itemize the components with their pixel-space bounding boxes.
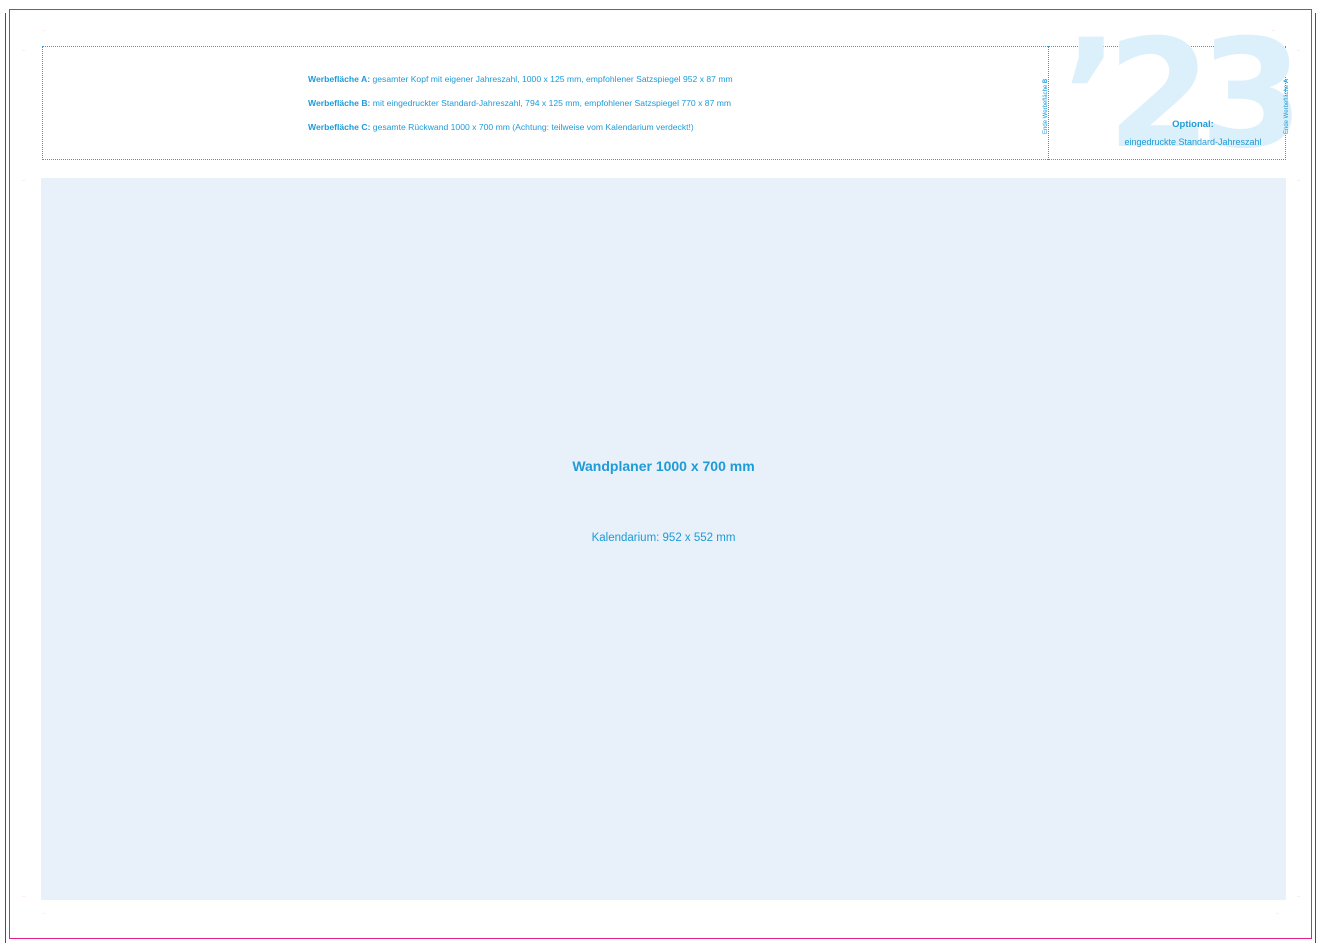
ad-area-b-description: Werbefläche B: mit eingedruckter Standar… bbox=[308, 97, 1008, 109]
end-area-b-prefix: Ende Werbefläche bbox=[1043, 83, 1049, 134]
crop-mark: ····· bbox=[42, 913, 46, 915]
crop-mark: ····· bbox=[1297, 896, 1301, 898]
end-area-a-prefix: Ende Werbefläche bbox=[1284, 83, 1290, 134]
ad-area-c-label: Werbefläche C: bbox=[308, 122, 371, 132]
ad-area-a-text: gesamter Kopf mit eigener Jahreszahl, 10… bbox=[370, 74, 733, 84]
crop-mark: ····· bbox=[42, 30, 46, 32]
optional-title: Optional: bbox=[1172, 119, 1214, 130]
crop-mark: ····· bbox=[1276, 913, 1280, 915]
end-area-a-letter: A bbox=[1284, 78, 1290, 84]
ad-area-b-label: Werbefläche B: bbox=[308, 98, 371, 108]
ad-area-b-text: mit eingedruckter Standard-Jahreszahl, 7… bbox=[370, 98, 732, 108]
crop-mark: ····· bbox=[22, 50, 26, 52]
planner-title: Wandplaner 1000 x 700 mm bbox=[572, 458, 755, 474]
ad-area-c-description: Werbefläche C: gesamte Rückwand 1000 x 7… bbox=[308, 121, 1008, 133]
calendar-size-text: Kalendarium: 952 x 552 mm bbox=[591, 532, 736, 544]
end-area-b-label: Ende Werbefläche B bbox=[1043, 79, 1049, 134]
end-area-b-letter: B bbox=[1043, 78, 1049, 84]
calendar-back-area: Wandplaner 1000 x 700 mm Kalendarium: 95… bbox=[41, 178, 1286, 900]
end-area-a-label: Ende Werbefläche A bbox=[1284, 79, 1290, 134]
ad-area-descriptions: Werbefläche A: gesamter Kopf mit eigener… bbox=[308, 73, 1008, 145]
crop-mark: ····· bbox=[1297, 50, 1301, 52]
crop-mark: ····· bbox=[22, 896, 26, 898]
ad-area-c-text: gesamte Rückwand 1000 x 700 mm (Achtung:… bbox=[370, 122, 694, 132]
ad-area-a-label: Werbefläche A: bbox=[308, 74, 371, 84]
ad-area-a-description: Werbefläche A: gesamter Kopf mit eigener… bbox=[308, 73, 1008, 85]
crop-mark: ····· bbox=[1297, 180, 1301, 182]
crop-mark: ····· bbox=[22, 180, 26, 182]
optional-text: eingedruckte Standard-Jahreszahl bbox=[1124, 137, 1262, 147]
